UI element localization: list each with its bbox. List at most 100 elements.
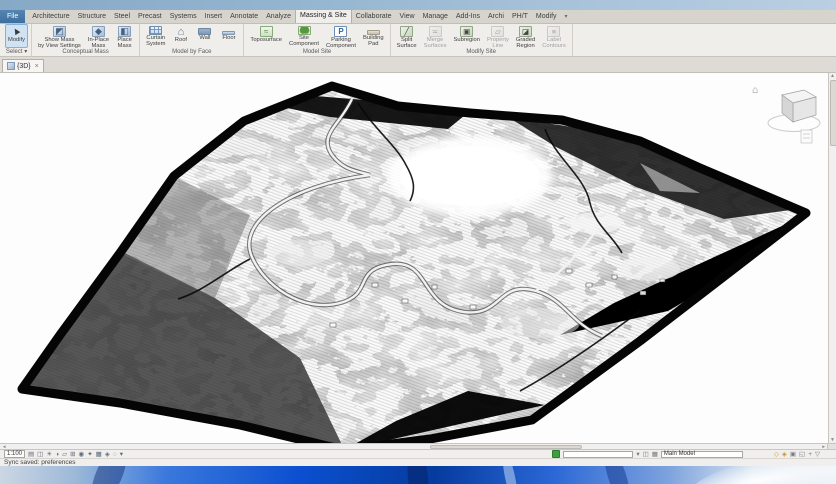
tab-pht[interactable]: PH/T [508,11,532,23]
panel-label-conceptual-mass[interactable]: Conceptual Mass [35,48,136,56]
tab-manage[interactable]: Manage [419,11,452,23]
graded-region-button[interactable]: ◪ Graded Region [513,24,538,48]
curtain-system-icon [149,26,162,35]
panel-label-model-by-face[interactable]: Model by Face [143,48,240,56]
tab-analyze[interactable]: Analyze [262,11,295,23]
panel-modify-site: ╱ Split Surface ≍ Merge Surfaces ▣ Subre… [391,24,573,56]
tab-structure[interactable]: Structure [74,11,110,23]
temporary-view-properties-icon[interactable]: ▦ [96,451,102,458]
merge-surfaces-button: ≍ Merge Surfaces [421,24,450,48]
ribbon-overflow-icon[interactable]: ▾ [561,11,572,23]
visual-style-icon[interactable]: ◫ [37,451,43,458]
select-by-face-icon[interactable]: ◱ [799,451,805,458]
label-contours-icon: ≡ [547,26,560,37]
tab-massing-site[interactable]: Massing & Site [295,9,352,23]
select-pinned-icon[interactable]: ▣ [790,451,796,458]
horizontal-scroll-thumb[interactable] [430,445,582,449]
filter-icon[interactable]: ▽ [815,451,820,458]
tab-view[interactable]: View [396,11,419,23]
horizontal-scrollbar[interactable]: ◄ ► [0,443,836,449]
tab-archi[interactable]: Archi [484,11,508,23]
sun-path-icon[interactable]: ☀ [46,451,52,458]
tab-add-ins[interactable]: Add-Ins [452,11,484,23]
toposurface-icon: ≈ [260,26,273,37]
view-control-bar: 1:100 ▤ ◫ ☀ ◑ ▱ ⊞ ◉ ✦ ▦ ◈ ◌ ▾ ▾ ◫ ▦ Main… [0,449,836,458]
wallpaper-streak [599,466,635,484]
reveal-hidden-elements-icon[interactable]: ✦ [87,451,92,458]
view-tab-3d[interactable]: {3D} × [2,59,44,72]
wall-button[interactable]: Wall [193,24,216,48]
control-bar-expand-icon[interactable]: ▾ [120,451,123,458]
curtain-system-button[interactable]: Curtain System [143,24,168,48]
show-mass-button[interactable]: ◩ Show Mass by View Settings [35,24,84,48]
status-bar-controls: ▾ ◫ ▦ Main Model ◇ ◈ ▣ ◱ + ▽ [552,450,832,458]
vertical-scroll-thumb[interactable] [830,80,836,146]
select-underlay-icon[interactable]: ◈ [782,451,787,458]
status-text: Sync saved: preferences [4,459,76,466]
reveal-constraints-icon[interactable]: ◌ [113,451,117,458]
toposurface-button[interactable]: ≈ Toposurface [247,24,285,48]
scroll-left-icon[interactable]: ◄ [2,444,6,449]
toposurface-3d-view: ⌂ [0,73,828,443]
resize-grip[interactable] [827,444,836,449]
tree-icon [298,26,311,35]
wallpaper-streak [500,466,520,484]
site-component-button[interactable]: Site Component [286,24,322,48]
parking-icon: P [334,26,347,37]
detail-level-icon[interactable]: ▤ [28,451,34,458]
hide-analytical-model-icon[interactable]: ◈ [105,451,110,458]
temporary-hide-isolate-icon[interactable]: ◉ [79,451,85,458]
ribbon-tab-bar: File Architecture Structure Steel Precas… [0,10,836,24]
building-pad-button[interactable]: Building Pad [360,24,387,48]
scroll-right-icon[interactable]: ► [822,444,826,449]
in-place-mass-button[interactable]: ◆ In-Place Mass [85,24,112,48]
panel-label-model-site[interactable]: Model Site [247,48,386,56]
panel-conceptual-mass: ◩ Show Mass by View Settings ◆ In-Place … [32,24,140,56]
wall-icon [198,28,211,35]
tab-collaborate[interactable]: Collaborate [352,11,396,23]
viewcube[interactable]: ⌂ [752,85,820,132]
place-mass-button[interactable]: ◧ Place Mass [113,24,136,48]
close-view-icon[interactable]: × [35,63,39,70]
modify-button[interactable]: ▲ Modify [5,24,28,48]
selection-toggles: ◇ ◈ ▣ ◱ + ▽ [774,451,820,458]
tab-insert[interactable]: Insert [201,11,227,23]
tab-annotate[interactable]: Annotate [226,11,262,23]
svg-text:⌂: ⌂ [752,85,758,96]
show-crop-region-icon[interactable]: ⊞ [70,451,75,458]
tab-systems[interactable]: Systems [166,11,201,23]
subregion-button[interactable]: ▣ Subregion [451,24,483,48]
design-options-select[interactable]: Main Model [661,451,743,458]
split-surface-button[interactable]: ╱ Split Surface [394,24,420,48]
floor-button[interactable]: Floor [217,24,240,48]
active-workset-select[interactable] [563,451,633,458]
panel-select: ▲ Modify Select ▾ [2,24,32,56]
view-tab-label: {3D} [17,63,31,70]
shadows-icon[interactable]: ◑ [55,451,59,458]
tab-file[interactable]: File [0,10,25,23]
roof-button[interactable]: ⌂ Roof [169,24,192,48]
place-mass-icon: ◧ [118,26,131,37]
property-line-button: ▱ Property Line [484,24,512,48]
crop-view-icon[interactable]: ▱ [62,451,67,458]
tab-modify[interactable]: Modify [532,11,561,23]
tab-architecture[interactable]: Architecture [28,11,73,23]
parking-component-button[interactable]: P Parking Component [323,24,359,48]
tab-precast[interactable]: Precast [134,11,166,23]
panel-model-by-face: Curtain System ⌂ Roof Wall Floor [140,24,244,56]
panel-label-select[interactable]: Select ▾ [5,48,28,56]
editable-only-icon[interactable]: ◫ [643,451,649,458]
desktop-wallpaper-bottom [0,466,836,484]
drawing-area[interactable]: ⌂ ▲ ▼ [0,73,836,443]
workset-caret-icon[interactable]: ▾ [636,451,639,458]
navigation-bar[interactable] [801,130,812,143]
scroll-up-icon[interactable]: ▲ [829,73,836,79]
view-tab-bar: {3D} × [0,57,836,73]
view-scale-button[interactable]: 1:100 [4,450,25,458]
drag-on-selection-icon[interactable]: + [808,451,812,458]
design-options-icon[interactable]: ▦ [652,451,658,458]
tab-steel[interactable]: Steel [110,11,134,23]
select-links-icon[interactable]: ◇ [774,451,779,458]
vertical-scrollbar[interactable]: ▲ ▼ [828,73,836,443]
worksharing-icon[interactable] [552,450,560,458]
